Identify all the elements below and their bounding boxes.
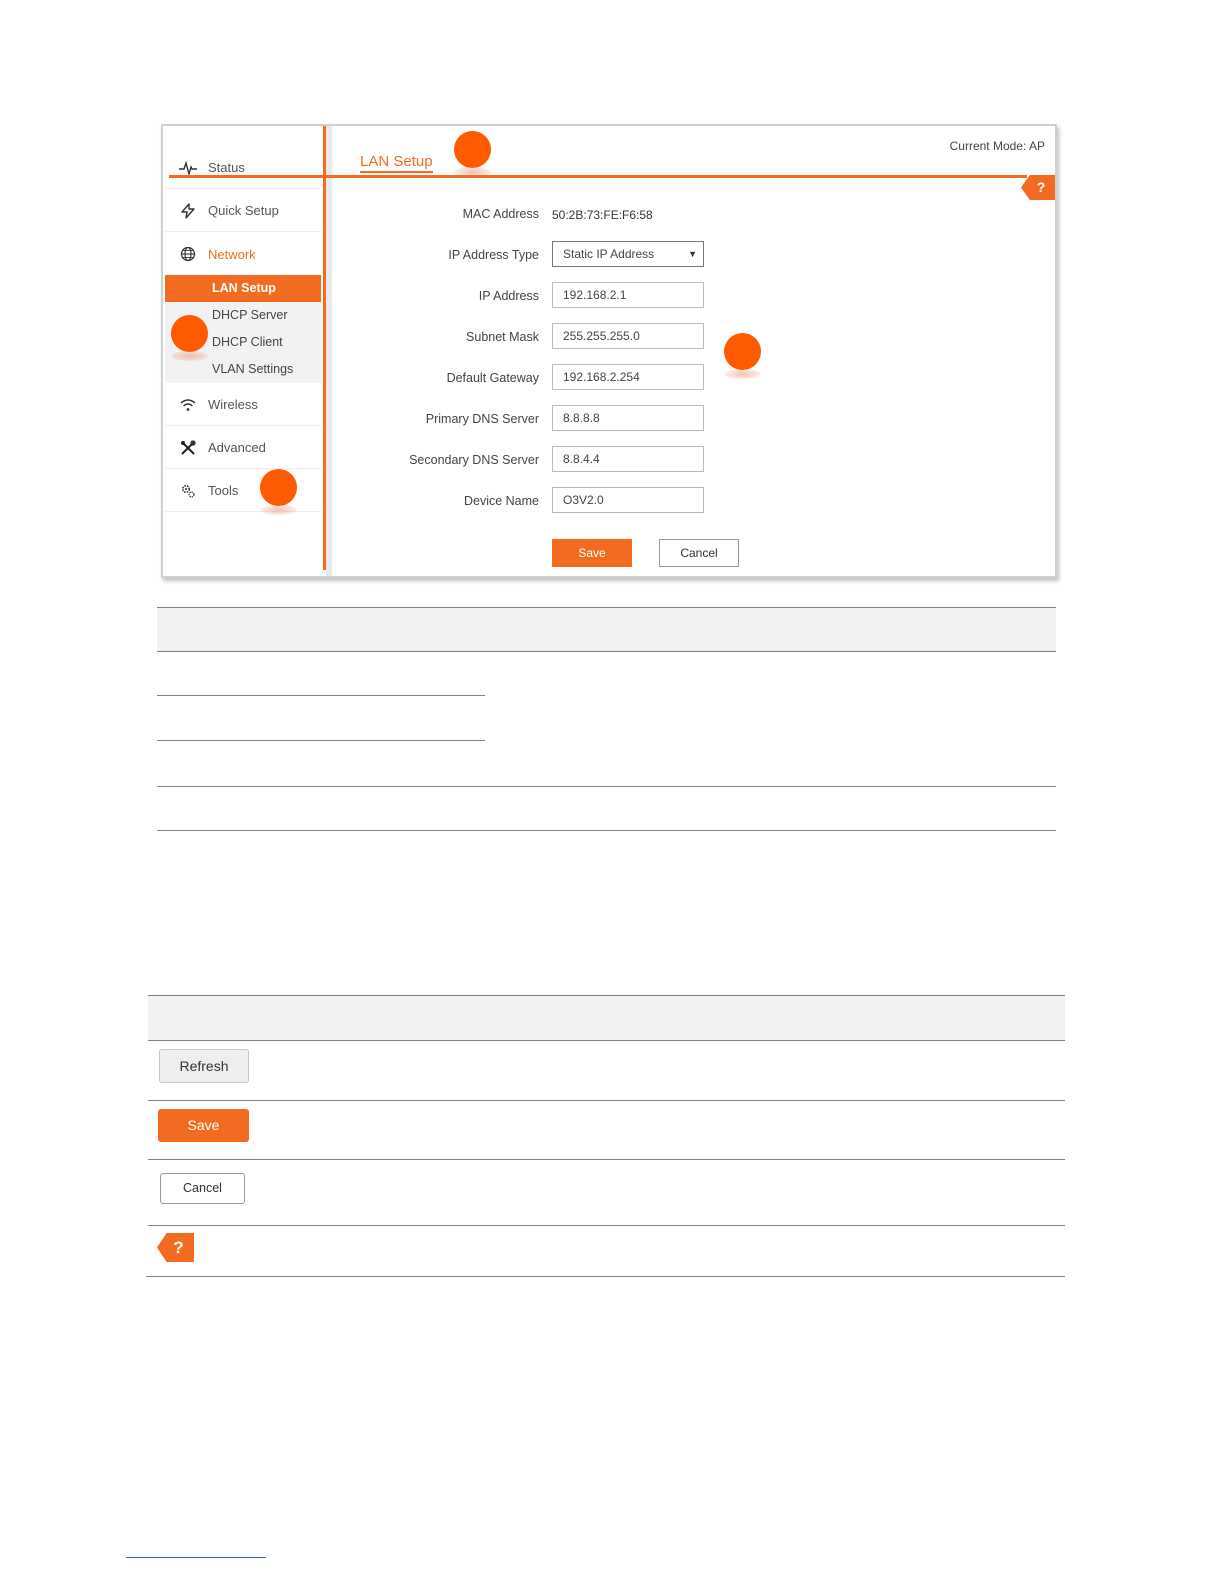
secondary-dns-label: Secondary DNS Server <box>409 453 539 467</box>
help-tab[interactable]: ? <box>1021 175 1055 200</box>
primary-dns-label: Primary DNS Server <box>425 412 539 426</box>
callout-marker-shadow <box>454 167 491 177</box>
nav-wireless-label: Wireless <box>208 397 258 412</box>
table1-rule <box>157 607 1056 608</box>
help-tab[interactable]: ? <box>157 1233 194 1262</box>
callout-marker <box>171 315 208 352</box>
callout-marker-shadow <box>171 351 208 361</box>
lightning-icon <box>177 200 199 222</box>
footnote-link-underline <box>126 1557 266 1558</box>
ip-address-input[interactable]: 192.168.2.1 <box>552 282 704 308</box>
nav-network[interactable]: Network <box>165 233 321 275</box>
current-mode: Current Mode: AP <box>949 139 1045 153</box>
default-gateway-input[interactable]: 192.168.2.254 <box>552 364 704 390</box>
subnet-mask-label: Subnet Mask <box>466 330 539 344</box>
nav-advanced-label: Advanced <box>208 440 266 455</box>
mac-address-label: MAC Address <box>462 207 539 221</box>
default-gateway-label: Default Gateway <box>446 371 539 385</box>
subnet-mask-input[interactable]: 255.255.255.0 <box>552 323 704 349</box>
secondary-dns-input[interactable]: 8.8.4.4 <box>552 446 704 472</box>
device-name-label: Device Name <box>463 494 539 508</box>
nav-quick-setup-label: Quick Setup <box>208 203 279 218</box>
nav-advanced[interactable]: Advanced <box>165 427 321 469</box>
callout-marker <box>454 131 491 168</box>
table2-rule <box>148 1040 1065 1041</box>
table2-rule <box>148 1100 1065 1101</box>
subnav-lan-setup[interactable]: LAN Setup <box>165 275 321 302</box>
globe-icon <box>177 243 199 265</box>
nav-status-label: Status <box>208 160 245 175</box>
wifi-icon <box>177 394 199 416</box>
callout-marker <box>724 333 761 370</box>
table2-rule <box>148 1225 1065 1226</box>
table2-rule <box>148 995 1065 996</box>
table2-rule <box>146 1276 1065 1277</box>
callout-marker-shadow <box>724 369 761 379</box>
save-button[interactable]: Save <box>552 539 632 567</box>
table1-rule <box>157 695 485 696</box>
table2-header <box>148 996 1065 1040</box>
dropdown-arrow-icon: ▼ <box>688 249 697 259</box>
nav-tools-label: Tools <box>208 483 239 498</box>
table1-rule <box>157 786 1056 787</box>
cancel-button[interactable]: Cancel <box>160 1173 245 1204</box>
gears-icon <box>177 480 199 502</box>
tools-cross-icon <box>177 437 199 459</box>
refresh-button[interactable]: Refresh <box>159 1049 249 1083</box>
cancel-button[interactable]: Cancel <box>659 539 739 567</box>
table1-rule <box>157 740 485 741</box>
table1-rule <box>157 830 1056 831</box>
callout-marker-shadow <box>260 505 297 515</box>
ip-type-value: Static IP Address <box>563 247 655 261</box>
table1-rule <box>157 651 1056 652</box>
ip-address-label: IP Address <box>478 289 539 303</box>
device-name-input[interactable]: O3V2.0 <box>552 487 704 513</box>
nav-network-label: Network <box>208 246 256 262</box>
sidebar-divider-grey <box>326 126 332 576</box>
mac-address-value: 50:2B:73:FE:F6:58 <box>552 208 653 222</box>
save-button[interactable]: Save <box>158 1109 249 1142</box>
table1-header <box>157 608 1056 652</box>
primary-dns-input[interactable]: 8.8.8.8 <box>552 405 704 431</box>
callout-marker <box>260 469 297 506</box>
table2-rule <box>148 1159 1065 1160</box>
nav-wireless[interactable]: Wireless <box>165 384 321 426</box>
ip-type-label: IP Address Type <box>448 248 539 262</box>
nav-status[interactable]: Status <box>165 147 321 189</box>
header-rule <box>169 175 1027 178</box>
nav-tools[interactable]: Tools <box>165 470 321 512</box>
page-title: LAN Setup <box>360 153 433 173</box>
ip-type-select[interactable]: Static IP Address ▼ <box>552 241 704 267</box>
nav-quick-setup[interactable]: Quick Setup <box>165 190 321 232</box>
